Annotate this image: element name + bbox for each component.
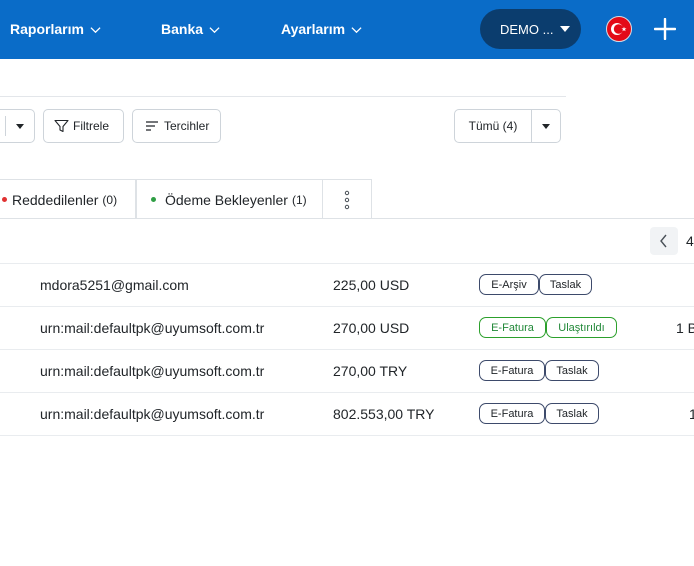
chevron-down-icon	[90, 26, 101, 33]
filter-button[interactable]: Filtrele	[43, 109, 124, 143]
table-header-divider	[0, 263, 694, 264]
chevron-down-icon	[209, 26, 220, 33]
chevron-down-icon	[351, 26, 362, 33]
document-type-badge: E-Fatura	[479, 317, 546, 338]
document-type-badge: E-Fatura	[479, 360, 545, 381]
row-divider	[0, 435, 694, 436]
split-divider	[5, 116, 6, 136]
nav-settings-label: Ayarlarım	[281, 21, 346, 37]
all-filter-dropdown[interactable]	[532, 123, 560, 129]
status-badge: Taslak	[539, 274, 592, 295]
company-label: DEMO ...	[500, 21, 554, 37]
filter-label: Filtrele	[73, 119, 110, 133]
all-filter-split-button[interactable]: Tümü (4)	[454, 109, 561, 143]
add-icon[interactable]	[654, 18, 676, 40]
row-email: mdora5251@gmail.com	[40, 277, 189, 293]
chevron-left-icon	[660, 234, 667, 248]
sort-lines-icon	[146, 121, 158, 131]
tab-rejected[interactable]: Reddedilenler (0)	[0, 179, 136, 219]
row-extra: 1	[689, 406, 694, 422]
row-amount: 270,00 USD	[333, 320, 410, 336]
document-type-badge: E-Arşiv	[479, 274, 539, 295]
status-badge: Ulaştırıldı	[546, 317, 617, 338]
filter-icon	[54, 119, 69, 133]
preferences-button[interactable]: Tercihler	[132, 109, 221, 143]
nav-bank-label: Banka	[161, 21, 204, 37]
row-email: urn:mail:defaultpk@uyumsoft.com.tr	[40, 320, 265, 336]
more-vertical-icon	[344, 190, 350, 209]
company-select-button[interactable]: DEMO ...	[480, 9, 581, 49]
row-amount: 802.553,00 TRY	[333, 406, 435, 422]
status-badge: Taslak	[545, 360, 599, 381]
previous-page-button[interactable]	[650, 227, 678, 255]
row-amount: 270,00 TRY	[333, 363, 408, 379]
nav-reports-label: Raporlarım	[10, 21, 84, 37]
nav-bank[interactable]: Banka	[161, 19, 220, 39]
nav-settings[interactable]: Ayarlarım	[281, 19, 362, 39]
top-navbar: Raporlarım Banka Ayarlarım DEMO ...	[0, 0, 694, 59]
row-email: urn:mail:defaultpk@uyumsoft.com.tr	[40, 406, 265, 422]
row-divider	[0, 392, 694, 393]
turkey-flag-icon[interactable]	[606, 16, 632, 42]
caret-down-icon	[542, 123, 550, 129]
dropdown-toggle-button[interactable]	[0, 109, 35, 143]
nav-reports[interactable]: Raporlarım	[10, 19, 101, 39]
caret-down-icon	[560, 26, 570, 32]
tabs-baseline	[0, 218, 694, 219]
status-dot-red	[2, 197, 7, 202]
tab-more[interactable]	[322, 179, 372, 219]
status-dot-green	[151, 197, 156, 202]
status-badge: Taslak	[545, 403, 599, 424]
preferences-label: Tercihler	[164, 119, 210, 133]
all-filter-label: Tümü (4)	[468, 119, 518, 133]
header-divider	[0, 96, 566, 97]
row-divider	[0, 349, 694, 350]
tab-awaiting-payment-label: Ödeme Bekleyenler	[165, 191, 288, 208]
tab-awaiting-payment[interactable]: Ödeme Bekleyenler (1)	[136, 179, 323, 219]
row-amount: 225,00 USD	[333, 277, 410, 293]
tab-rejected-count: (0)	[102, 192, 118, 207]
tab-awaiting-payment-count: (1)	[291, 192, 307, 207]
row-extra: 1 B	[676, 320, 694, 336]
row-email: urn:mail:defaultpk@uyumsoft.com.tr	[40, 363, 265, 379]
tab-rejected-label: Reddedilenler	[12, 191, 99, 208]
page-indicator: 4	[686, 233, 694, 249]
row-divider	[0, 306, 694, 307]
document-type-badge: E-Fatura	[479, 403, 545, 424]
caret-down-icon	[16, 123, 24, 129]
